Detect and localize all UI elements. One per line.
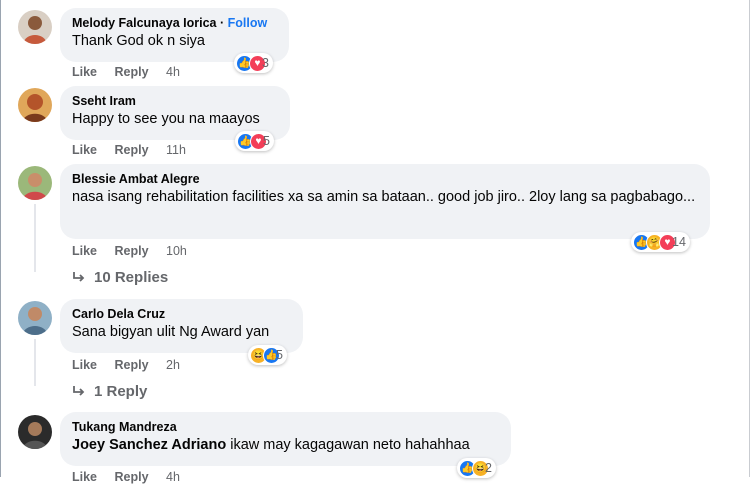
reaction-count: 14 <box>672 235 686 249</box>
comment-bubble: Tukang Mandreza Joey Sanchez Adriano ika… <box>60 412 511 466</box>
timestamp[interactable]: 11h <box>166 143 186 157</box>
reaction-summary[interactable]: 👍 ♥ 3 <box>234 53 273 73</box>
thread-line <box>34 339 36 386</box>
comment-actions: Like Reply 4h <box>72 65 194 79</box>
avatar[interactable] <box>18 415 52 449</box>
comment-bubble: Blessie Ambat Alegre nasa isang rehabili… <box>60 164 710 239</box>
comment-actions: Like Reply 2h <box>72 358 194 372</box>
avatar-image <box>18 166 52 200</box>
reply-button[interactable]: Reply <box>115 358 149 372</box>
comment-author[interactable]: Sseht Iram <box>72 93 278 109</box>
like-button[interactable]: Like <box>72 470 97 484</box>
reaction-summary[interactable]: 😆 👍 5 <box>248 345 287 365</box>
reaction-summary[interactable]: 👍 ♥ 5 <box>235 131 274 151</box>
window-border-left <box>0 0 1 477</box>
reaction-summary[interactable]: 👍 😆 2 <box>457 458 496 478</box>
view-replies-button[interactable]: 10 Replies <box>72 269 168 286</box>
avatar[interactable] <box>18 88 52 122</box>
timestamp[interactable]: 4h <box>166 470 180 484</box>
reaction-count: 2 <box>485 461 492 475</box>
reaction-summary[interactable]: 👍 🤗 ♥ 14 <box>631 232 690 252</box>
replies-count-label: 1 Reply <box>94 383 148 400</box>
comment-author[interactable]: Carlo Dela Cruz <box>72 306 291 322</box>
avatar-image <box>18 415 52 449</box>
view-replies-button[interactable]: 1 Reply <box>72 383 147 400</box>
like-button[interactable]: Like <box>72 358 97 372</box>
timestamp[interactable]: 10h <box>166 244 187 258</box>
avatar[interactable] <box>18 166 52 200</box>
timestamp[interactable]: 2h <box>166 358 180 372</box>
thread-line <box>34 204 36 272</box>
avatar-image <box>18 10 52 44</box>
comment-actions: Like Reply 11h <box>72 143 200 157</box>
reply-button[interactable]: Reply <box>115 143 149 157</box>
comment-text: ikaw may kagagawan neto hahahhaa <box>226 437 470 453</box>
comment-author[interactable]: Blessie Ambat Alegre <box>72 171 698 187</box>
like-button[interactable]: Like <box>72 65 97 79</box>
separator-dot: · <box>219 16 228 30</box>
avatar[interactable] <box>18 301 52 335</box>
reaction-count: 5 <box>263 134 270 148</box>
comment-actions: Like Reply 4h <box>72 470 194 484</box>
reply-button[interactable]: Reply <box>115 470 149 484</box>
comment-actions: Like Reply 10h <box>72 244 201 258</box>
comment-author[interactable]: Melody Falcunaya Iorica <box>72 16 217 30</box>
comment-text: Sana bigyan ulit Ng Award yan <box>72 324 270 340</box>
comment-text: Thank God ok n siya <box>72 33 205 49</box>
reaction-count: 5 <box>276 348 283 362</box>
reply-button[interactable]: Reply <box>115 244 149 258</box>
avatar[interactable] <box>18 10 52 44</box>
reaction-count: 3 <box>262 56 269 70</box>
like-button[interactable]: Like <box>72 244 97 258</box>
avatar-image <box>18 301 52 335</box>
comment-text: Happy to see you na maayos <box>72 111 260 127</box>
follow-button[interactable]: Follow <box>228 16 268 30</box>
timestamp[interactable]: 4h <box>166 65 180 79</box>
like-button[interactable]: Like <box>72 143 97 157</box>
replies-count-label: 10 Replies <box>94 269 169 286</box>
reply-arrow-icon <box>73 385 85 396</box>
mention-link[interactable]: Joey Sanchez Adriano <box>72 437 226 453</box>
comment-author[interactable]: Tukang Mandreza <box>72 419 499 435</box>
reply-button[interactable]: Reply <box>115 65 149 79</box>
comment-text: nasa isang rehabilitation facilities xa … <box>72 189 696 205</box>
reply-arrow-icon <box>73 271 85 282</box>
avatar-image <box>18 88 52 122</box>
